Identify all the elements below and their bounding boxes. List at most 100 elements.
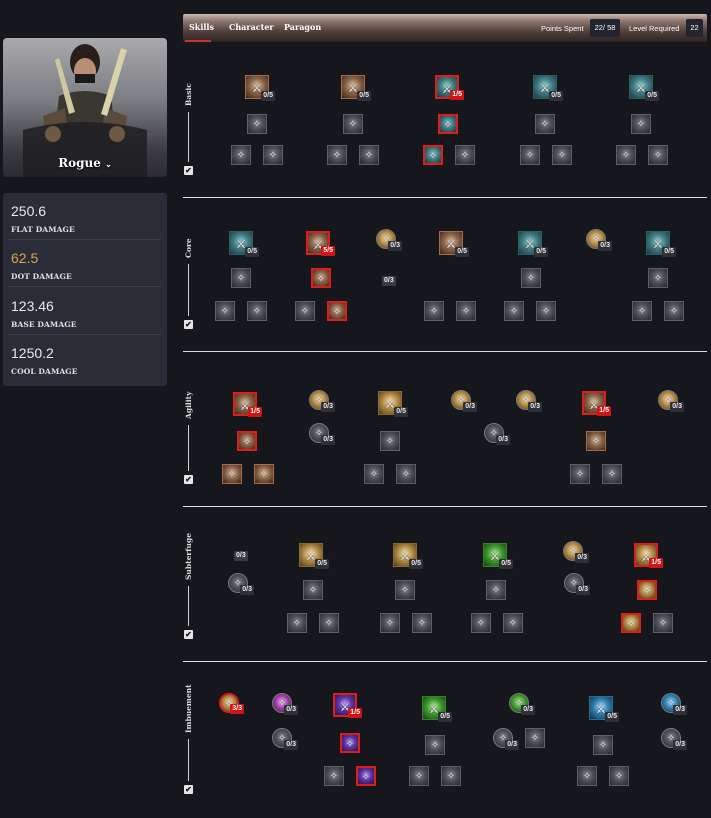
skill-node[interactable]: ✧	[438, 114, 458, 134]
skill-node[interactable]: ✧	[520, 145, 540, 165]
skill-node[interactable]: ⚔ 0/5	[245, 75, 275, 101]
tab-skills[interactable]: Skills	[189, 22, 214, 32]
skill-node[interactable]: ✧	[222, 464, 242, 484]
skill-node[interactable]: ✧	[535, 114, 555, 134]
skill-node[interactable]: ✧ 0/3	[309, 423, 335, 445]
skill-node[interactable]: ✧	[648, 268, 668, 288]
skill-node[interactable]: ⚔ 0/5	[393, 543, 423, 569]
skill-node[interactable]: ✧	[231, 145, 251, 165]
skill-node[interactable]: ⚔ 1/5	[582, 391, 611, 416]
skill-node[interactable]: ⚔ 1/5	[634, 543, 663, 568]
skill-node[interactable]: ✧	[521, 268, 541, 288]
skill-node[interactable]: ✧ 0/3	[509, 693, 535, 715]
skill-node[interactable]: ✧	[632, 301, 652, 321]
skill-node[interactable]: ✧	[423, 145, 443, 165]
skill-node[interactable]: ✧	[254, 464, 274, 484]
skill-node[interactable]: ✧	[577, 766, 597, 786]
skill-node[interactable]: ✧	[340, 733, 360, 753]
tab-character[interactable]: Character	[229, 22, 274, 32]
skill-node[interactable]: ⚔ 5/5	[306, 231, 335, 256]
skill-node[interactable]: ✧	[664, 301, 684, 321]
skill-node[interactable]: ✧	[503, 613, 523, 633]
skill-node[interactable]: ✧	[536, 301, 556, 321]
skill-node[interactable]: ✧	[380, 613, 400, 633]
skill-node[interactable]: ✧	[441, 766, 461, 786]
skill-node[interactable]: ✧	[425, 735, 445, 755]
skill-node[interactable]: ⚔ 0/5	[646, 231, 676, 257]
skill-node[interactable]: ✧	[311, 268, 331, 288]
skill-node[interactable]: ✧	[263, 145, 283, 165]
skill-node[interactable]: ✧	[215, 301, 235, 321]
skill-node[interactable]: ✧	[327, 145, 347, 165]
skill-node[interactable]: ⚔ 0/5	[378, 391, 408, 417]
skill-node[interactable]: ⚔ 1/5	[233, 392, 262, 417]
skill-node[interactable]: ✧	[552, 145, 572, 165]
skill-node[interactable]: ✧	[343, 114, 363, 134]
skill-node[interactable]: ⚔ 0/5	[341, 75, 371, 101]
skill-node[interactable]: ✧	[303, 580, 323, 600]
skill-node[interactable]: ✧	[525, 728, 545, 748]
skill-node[interactable]: ✧ 0/3	[272, 693, 298, 715]
skill-node[interactable]: ✧	[586, 431, 606, 451]
class-selector[interactable]: Rogue ⌄	[3, 156, 167, 170]
skill-node[interactable]: ✧ 0/3	[376, 229, 402, 251]
skill-node[interactable]: ✧ 0/3	[493, 728, 519, 750]
skill-node[interactable]: ✧	[327, 301, 347, 321]
skill-node[interactable]: ✧ 0/3	[451, 390, 477, 412]
skill-node[interactable]: ⚔ 0/5	[589, 696, 619, 722]
skill-node[interactable]: ⚔ 1/5	[435, 75, 464, 100]
skill-node[interactable]: ✧ 0/3	[563, 541, 589, 563]
skill-node[interactable]: ✧	[602, 464, 622, 484]
skill-node[interactable]: ✧ 0/3	[516, 390, 542, 412]
character-portrait[interactable]: Rogue ⌄	[3, 38, 167, 177]
skill-node[interactable]: ⚔ 1/5	[333, 693, 362, 718]
section-checkbox[interactable]: ✔	[184, 166, 193, 175]
skill-node[interactable]: ✧	[631, 114, 651, 134]
skill-node[interactable]: ✧	[570, 464, 590, 484]
skill-node[interactable]: ✧	[237, 431, 257, 451]
skill-node[interactable]: ⚔ 0/5	[483, 543, 513, 569]
skill-node[interactable]: ✧	[247, 301, 267, 321]
skill-node[interactable]: ⚔ 0/5	[518, 231, 548, 257]
skill-node[interactable]: ✧ 0/3	[661, 693, 687, 715]
skill-node[interactable]: ✧	[486, 580, 506, 600]
section-checkbox[interactable]: ✔	[184, 630, 193, 639]
skill-node[interactable]: ✧	[616, 145, 636, 165]
skill-node[interactable]: ✧	[287, 613, 307, 633]
skill-node[interactable]: ✧	[593, 735, 613, 755]
section-checkbox[interactable]: ✔	[184, 320, 193, 329]
skill-node[interactable]: ✧	[395, 580, 415, 600]
skill-node[interactable]: ✧	[609, 766, 629, 786]
skill-node[interactable]: ✧ 0/3	[564, 573, 590, 595]
section-checkbox[interactable]: ✔	[184, 475, 193, 484]
skill-node[interactable]: ✧	[455, 145, 475, 165]
skill-node[interactable]: ⚔ 0/5	[629, 75, 659, 101]
section-checkbox[interactable]: ✔	[184, 785, 193, 794]
skill-node[interactable]: ✧ 0/3	[309, 390, 335, 412]
skill-node[interactable]: ✧	[637, 580, 657, 600]
skill-node[interactable]: ✧	[412, 613, 432, 633]
skill-node[interactable]: ⚔ 0/5	[229, 231, 259, 257]
skill-node[interactable]: ✧ 0/3	[661, 728, 687, 750]
skill-node[interactable]: ⚔ 0/5	[422, 696, 452, 722]
skill-node[interactable]: ✧	[380, 431, 400, 451]
skill-node[interactable]: ✧	[364, 464, 384, 484]
skill-node[interactable]: ✧	[424, 301, 444, 321]
skill-node[interactable]: ✧	[231, 268, 251, 288]
skill-node[interactable]: ✧	[504, 301, 524, 321]
skill-node[interactable]: ✧	[471, 613, 491, 633]
tab-paragon[interactable]: Paragon	[284, 22, 321, 32]
skill-node[interactable]: ✧ 0/3	[484, 423, 510, 445]
skill-node[interactable]: ✧	[396, 464, 416, 484]
skill-node[interactable]: ✧	[648, 145, 668, 165]
skill-node[interactable]: ✧ 0/3	[228, 573, 254, 595]
skill-node[interactable]: ⚔ 0/5	[299, 543, 329, 569]
skill-node[interactable]: ✧	[409, 766, 429, 786]
skill-node[interactable]: ⚔ 0/5	[439, 231, 469, 257]
skill-node[interactable]: ✧	[247, 114, 267, 134]
skill-node[interactable]: ✧ 0/3	[658, 390, 684, 412]
skill-node[interactable]: ✧	[295, 301, 315, 321]
skill-node[interactable]: ✧	[356, 766, 376, 786]
skill-node[interactable]: ✧	[359, 145, 379, 165]
skill-node[interactable]: ✧ 3/3	[219, 693, 244, 714]
